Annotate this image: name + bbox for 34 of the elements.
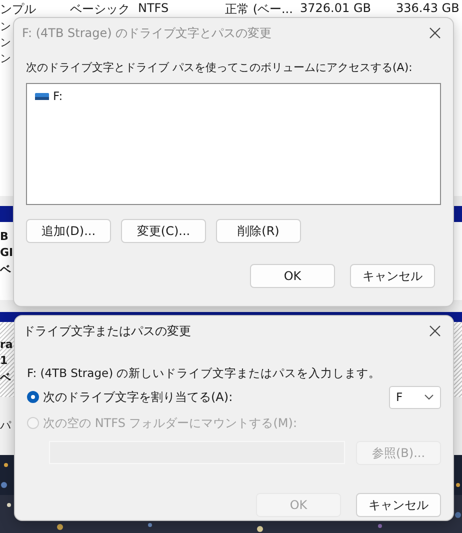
cancel-button[interactable]: キャンセル bbox=[350, 264, 435, 288]
action-button[interactable]: 変更(C)... bbox=[121, 219, 206, 243]
path-list[interactable]: F: bbox=[26, 83, 441, 205]
partition-label: ン bbox=[0, 19, 11, 34]
window-title: F: (4TB Strage) のドライブ文字とパスの変更 bbox=[22, 24, 272, 42]
partition-label: ra bbox=[0, 338, 13, 351]
table-cell: NTFS bbox=[138, 1, 169, 15]
partition-label: パ bbox=[0, 418, 11, 433]
partition-label: ベ bbox=[0, 370, 11, 385]
ok-button[interactable]: OK bbox=[250, 264, 335, 288]
table-cell: 336.43 GB bbox=[396, 1, 460, 15]
list-label: 次のドライブ文字とドライブ パスを使ってこのボリュームにアクセスする(A): bbox=[26, 60, 412, 75]
description-text: F: (4TB Strage) の新しいドライブ文字またはパスを入力します。 bbox=[27, 366, 382, 381]
chevron-icon bbox=[424, 394, 434, 400]
close-icon[interactable] bbox=[429, 27, 441, 39]
table-cell: 正常 (ベー... bbox=[225, 1, 293, 18]
partition-label: ン bbox=[0, 51, 11, 66]
action-button[interactable]: 削除(R) bbox=[216, 219, 301, 243]
partition-label: ン bbox=[0, 35, 11, 50]
partition-label: ベ bbox=[0, 262, 11, 277]
close-icon[interactable] bbox=[429, 325, 441, 337]
list-item[interactable]: F: bbox=[33, 88, 65, 104]
partition-label: GI bbox=[0, 246, 14, 259]
partition-label: B bbox=[0, 230, 8, 243]
drive-icon bbox=[35, 92, 49, 100]
radio-option[interactable]: 次のドライブ文字を割り当てる(A): bbox=[27, 388, 233, 406]
action-button[interactable]: 追加(D)... bbox=[26, 219, 111, 243]
table-cell: ベーシック bbox=[70, 1, 130, 18]
drive-letter-dropdown[interactable]: F bbox=[389, 386, 441, 408]
table-cell: ンプル bbox=[0, 1, 36, 18]
window-title: ドライブ文字またはパスの変更 bbox=[23, 322, 191, 340]
partition-label: 1 bbox=[0, 354, 8, 367]
table-cell: 3726.01 GB bbox=[300, 1, 371, 15]
cancel-button[interactable]: キャンセル bbox=[356, 493, 441, 517]
